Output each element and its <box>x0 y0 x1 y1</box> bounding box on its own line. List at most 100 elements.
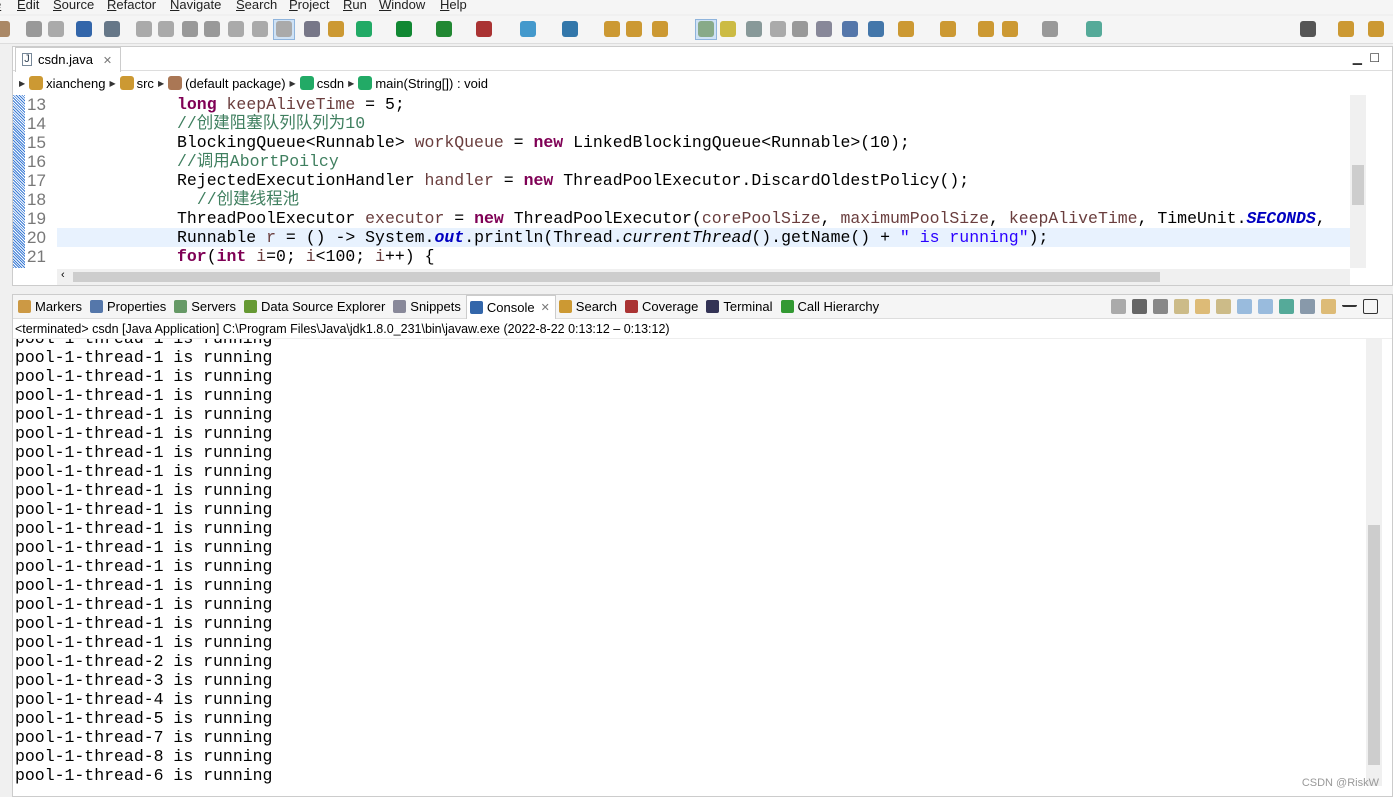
console-vertical-scrollbar[interactable] <box>1366 339 1382 786</box>
menu-project[interactable]: Project <box>289 0 329 12</box>
tab-properties[interactable]: Properties <box>87 295 171 319</box>
chevron-right-icon[interactable]: ▶ <box>348 79 354 88</box>
toolbar-button-icon[interactable] <box>842 21 858 37</box>
menu-source[interactable]: Source <box>53 0 94 12</box>
show-stderr-icon[interactable] <box>1258 299 1273 314</box>
tab-call-hierarchy[interactable]: Call Hierarchy <box>778 295 885 319</box>
editor-vertical-scrollbar[interactable] <box>1350 95 1366 268</box>
tab-search[interactable]: Search <box>556 295 622 319</box>
tab-markers[interactable]: Markers <box>15 295 87 319</box>
breadcrumb-item[interactable]: src <box>119 75 154 91</box>
remove-all-icon[interactable] <box>1153 299 1168 314</box>
remove-launch-icon[interactable] <box>1132 299 1147 314</box>
toolbar-button-icon[interactable] <box>48 21 64 37</box>
toolbar-button-icon[interactable] <box>304 21 320 37</box>
java-perspective-icon[interactable] <box>1368 21 1384 37</box>
toolbar-button-icon[interactable] <box>978 21 994 37</box>
breadcrumb-item[interactable]: csdn <box>299 75 344 91</box>
toolbar-button-icon[interactable] <box>792 21 808 37</box>
breadcrumb-item[interactable]: xiancheng <box>29 75 105 91</box>
console-line: pool-1-thread-1 is running <box>15 557 273 576</box>
toolbar-button-icon[interactable] <box>1086 21 1102 37</box>
chevron-right-icon[interactable]: ▶ <box>19 79 25 88</box>
toolbar-button-icon[interactable] <box>356 21 372 37</box>
toolbar-button-icon[interactable] <box>436 21 452 37</box>
console-line: pool-1-thread-1 is running <box>15 614 273 633</box>
toolbar-button-icon[interactable] <box>604 21 620 37</box>
close-icon[interactable]: ✕ <box>103 55 112 67</box>
minimize-view-icon[interactable] <box>1342 299 1357 307</box>
toolbar-button-icon[interactable] <box>720 21 736 37</box>
menu-edit[interactable]: Edit <box>17 0 39 12</box>
menu-window[interactable]: Window <box>379 0 425 12</box>
tab-coverage[interactable]: Coverage <box>622 295 703 319</box>
toolbar-button-icon[interactable] <box>204 21 220 37</box>
menu-navigate[interactable]: Navigate <box>170 0 221 12</box>
chevron-right-icon[interactable]: ▶ <box>290 79 296 88</box>
maximize-view-icon[interactable] <box>1363 299 1378 314</box>
tab-servers[interactable]: Servers <box>171 295 241 319</box>
toolbar-button-icon[interactable] <box>328 21 344 37</box>
code-area[interactable]: 13 long keepAliveTime = 5; 14 //创建阻塞队列队列为10… <box>13 95 1350 268</box>
toolbar-button-icon[interactable] <box>104 21 120 37</box>
maximize-button[interactable]: ☐ <box>1369 51 1380 65</box>
view-icon <box>244 300 257 313</box>
breadcrumb-item[interactable]: (default package) <box>168 75 286 91</box>
word-wrap-icon[interactable] <box>1216 299 1231 314</box>
console-line: pool-1-thread-2 is running <box>15 652 273 671</box>
toolbar-button-icon[interactable] <box>626 21 642 37</box>
chevron-right-icon[interactable]: ▶ <box>158 79 164 88</box>
toolbar-button-icon[interactable] <box>476 21 492 37</box>
toolbar-button-icon[interactable] <box>26 21 42 37</box>
breadcrumb-item[interactable]: main(String[]) : void <box>358 75 488 91</box>
toolbar-button-icon[interactable] <box>252 21 268 37</box>
clear-console-icon[interactable] <box>1174 299 1189 314</box>
tab-terminal[interactable]: Terminal <box>703 295 777 319</box>
toolbar-button-icon[interactable] <box>940 21 956 37</box>
console-line: pool-1-thread-1 is running <box>15 405 273 424</box>
console-line: pool-1-thread-1 is running <box>15 424 273 443</box>
toolbar-button-icon[interactable] <box>562 21 578 37</box>
minimize-button[interactable]: ▁ <box>1353 51 1362 65</box>
perspective-icon[interactable] <box>1338 21 1354 37</box>
console-line: pool-1-thread-5 is running <box>15 709 273 728</box>
scroll-lock-icon[interactable] <box>1195 299 1210 314</box>
terminate-icon[interactable] <box>1111 299 1126 314</box>
tab-csdn-java[interactable]: Jcsdn.java ✕ <box>15 47 122 72</box>
close-icon[interactable]: ✕ <box>541 301 550 314</box>
editor-horizontal-scrollbar[interactable]: ‹ <box>57 269 1350 285</box>
tab-console[interactable]: Console ✕ <box>465 294 556 319</box>
menu-refactor[interactable]: Refactor <box>107 0 156 12</box>
toolbar-button-icon[interactable] <box>868 21 884 37</box>
chevron-right-icon[interactable]: ▶ <box>109 79 115 88</box>
display-console-icon[interactable] <box>1300 299 1315 314</box>
toolbar-button-icon[interactable] <box>816 21 832 37</box>
toolbar-button-icon[interactable] <box>276 21 292 37</box>
toolbar-button-icon[interactable] <box>158 21 174 37</box>
show-stdout-icon[interactable] <box>1237 299 1252 314</box>
toolbar-button-icon[interactable] <box>746 21 762 37</box>
search-icon[interactable] <box>1300 21 1316 37</box>
menu-search[interactable]: Search <box>236 0 277 12</box>
menu-help[interactable]: Help <box>440 0 467 12</box>
toolbar-button-icon[interactable] <box>898 21 914 37</box>
tab-snippets[interactable]: Snippets <box>390 295 466 319</box>
open-console-icon[interactable] <box>1321 299 1336 314</box>
pin-console-icon[interactable] <box>1279 299 1294 314</box>
toolbar-button-icon[interactable] <box>698 21 714 37</box>
toolbar-button-icon[interactable] <box>396 21 412 37</box>
toolbar-button-icon[interactable] <box>228 21 244 37</box>
toolbar-button-icon[interactable] <box>76 21 92 37</box>
toolbar-button-icon[interactable] <box>136 21 152 37</box>
toolbar-button-icon[interactable] <box>520 21 536 37</box>
toolbar-button-icon[interactable] <box>1002 21 1018 37</box>
menu-e[interactable]: e <box>0 0 1 12</box>
toolbar-button-icon[interactable] <box>182 21 198 37</box>
toolbar-button-icon[interactable] <box>0 21 10 37</box>
console-output[interactable]: pool-1-thread-1 is running pool-1-thread-… <box>13 339 1366 786</box>
toolbar-button-icon[interactable] <box>770 21 786 37</box>
menu-run[interactable]: Run <box>343 0 367 12</box>
toolbar-button-icon[interactable] <box>1042 21 1058 37</box>
toolbar-button-icon[interactable] <box>652 21 668 37</box>
tab-data-source-explorer[interactable]: Data Source Explorer <box>241 295 390 319</box>
